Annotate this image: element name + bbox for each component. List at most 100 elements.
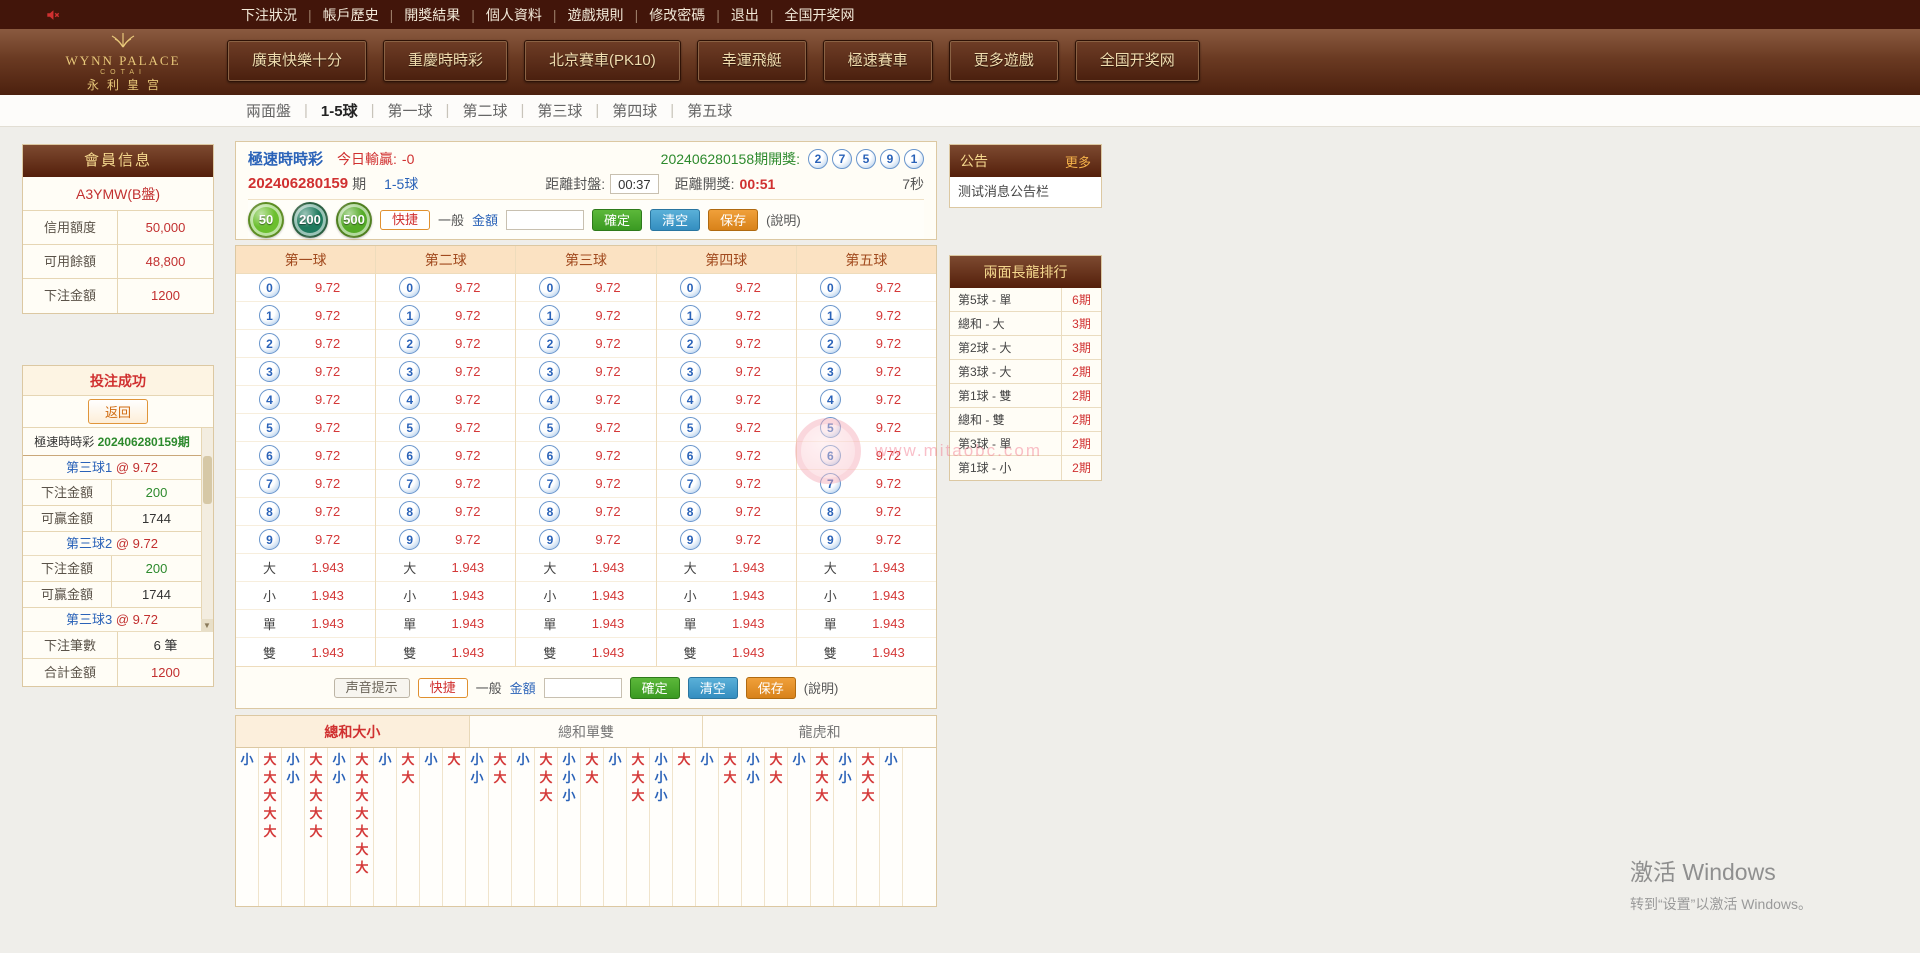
number-odds-cell[interactable]: 99.72 [376,526,515,554]
number-odds-cell[interactable]: 29.72 [376,330,515,358]
slip-scrollbar[interactable]: ▼ [201,428,213,632]
number-odds-cell[interactable]: 49.72 [236,386,375,414]
save-button[interactable]: 保存 [708,209,758,231]
topbar-link[interactable]: 遊戲規則 [557,5,635,25]
number-odds-cell[interactable]: 09.72 [376,274,515,302]
side-odds-cell[interactable]: 小1.943 [236,582,375,610]
number-odds-cell[interactable]: 09.72 [797,274,936,302]
quick-bet-button[interactable]: 快捷 [418,678,468,698]
trend-tab[interactable]: 總和單雙 [470,716,704,748]
game-button[interactable]: 北京賽車(PK10) [524,40,681,82]
topbar-link[interactable]: 帳戶歷史 [312,5,390,25]
side-odds-cell[interactable]: 單1.943 [236,610,375,638]
side-odds-cell[interactable]: 小1.943 [657,582,796,610]
amount-input[interactable] [544,678,622,698]
side-odds-cell[interactable]: 雙1.943 [797,638,936,666]
chip-50[interactable]: 50 [248,202,284,238]
number-odds-cell[interactable]: 69.72 [236,442,375,470]
number-odds-cell[interactable]: 09.72 [236,274,375,302]
number-odds-cell[interactable]: 29.72 [516,330,655,358]
number-odds-cell[interactable]: 29.72 [657,330,796,358]
side-odds-cell[interactable]: 雙1.943 [657,638,796,666]
side-odds-cell[interactable]: 單1.943 [657,610,796,638]
number-odds-cell[interactable]: 39.72 [236,358,375,386]
number-odds-cell[interactable]: 19.72 [376,302,515,330]
topbar-link[interactable]: 全国开奖网 [773,5,865,25]
game-button[interactable]: 極速賽車 [823,40,933,82]
side-odds-cell[interactable]: 單1.943 [376,610,515,638]
side-odds-cell[interactable]: 小1.943 [516,582,655,610]
number-odds-cell[interactable]: 79.72 [516,470,655,498]
subnav-item[interactable]: 第五球 [674,100,745,121]
topbar-link[interactable]: 個人資料 [475,5,553,25]
chip-200[interactable]: 200 [292,202,328,238]
number-odds-cell[interactable]: 59.72 [516,414,655,442]
quick-bet-button[interactable]: 快捷 [380,210,430,230]
number-odds-cell[interactable]: 09.72 [657,274,796,302]
save-button[interactable]: 保存 [746,677,796,699]
game-button[interactable]: 全国开奖网 [1075,40,1200,82]
topbar-link[interactable]: 下注狀況 [230,5,308,25]
number-odds-cell[interactable]: 69.72 [797,442,936,470]
number-odds-cell[interactable]: 49.72 [516,386,655,414]
scrollbar-thumb[interactable] [203,456,212,504]
mute-speaker-icon[interactable] [46,8,60,22]
scrollbar-down-arrow[interactable]: ▼ [201,619,213,632]
side-odds-cell[interactable]: 小1.943 [376,582,515,610]
number-odds-cell[interactable]: 49.72 [376,386,515,414]
number-odds-cell[interactable]: 69.72 [657,442,796,470]
side-odds-cell[interactable]: 大1.943 [376,554,515,582]
help-note[interactable]: (說明) [766,210,801,229]
current-play-link[interactable]: 1-5球 [384,174,418,194]
sound-alert-button[interactable]: 声音提示 [334,678,410,698]
number-odds-cell[interactable]: 59.72 [376,414,515,442]
number-odds-cell[interactable]: 29.72 [797,330,936,358]
game-button[interactable]: 廣東快樂十分 [227,40,367,82]
side-odds-cell[interactable]: 雙1.943 [516,638,655,666]
game-button[interactable]: 幸運飛艇 [697,40,807,82]
normal-mode-label[interactable]: 一般 [438,210,464,229]
normal-mode-label[interactable]: 一般 [476,678,502,697]
number-odds-cell[interactable]: 99.72 [236,526,375,554]
clear-button[interactable]: 清空 [688,677,738,699]
number-odds-cell[interactable]: 49.72 [797,386,936,414]
game-button[interactable]: 重慶時時彩 [383,40,508,82]
subnav-item[interactable]: 兩面盤 [233,100,304,121]
number-odds-cell[interactable]: 49.72 [657,386,796,414]
number-odds-cell[interactable]: 59.72 [797,414,936,442]
game-button[interactable]: 更多遊戲 [949,40,1059,82]
side-odds-cell[interactable]: 小1.943 [797,582,936,610]
number-odds-cell[interactable]: 09.72 [516,274,655,302]
side-odds-cell[interactable]: 大1.943 [236,554,375,582]
notice-more-link[interactable]: 更多 [1065,152,1091,171]
number-odds-cell[interactable]: 89.72 [516,498,655,526]
number-odds-cell[interactable]: 39.72 [516,358,655,386]
wynn-palace-logo[interactable]: WYNN PALACE COTAI 永利皇宫 [44,32,202,93]
number-odds-cell[interactable]: 19.72 [797,302,936,330]
number-odds-cell[interactable]: 19.72 [657,302,796,330]
chip-500[interactable]: 500 [336,202,372,238]
number-odds-cell[interactable]: 99.72 [797,526,936,554]
number-odds-cell[interactable]: 19.72 [236,302,375,330]
number-odds-cell[interactable]: 99.72 [657,526,796,554]
number-odds-cell[interactable]: 59.72 [657,414,796,442]
number-odds-cell[interactable]: 79.72 [376,470,515,498]
subnav-item[interactable]: 第一球 [375,100,446,121]
number-odds-cell[interactable]: 89.72 [376,498,515,526]
side-odds-cell[interactable]: 雙1.943 [236,638,375,666]
number-odds-cell[interactable]: 79.72 [236,470,375,498]
number-odds-cell[interactable]: 89.72 [657,498,796,526]
trend-tab[interactable]: 龍虎和 [703,716,936,748]
trend-tab[interactable]: 總和大小 [236,716,470,748]
topbar-link[interactable]: 開獎結果 [393,5,471,25]
topbar-link[interactable]: 退出 [720,5,770,25]
number-odds-cell[interactable]: 69.72 [376,442,515,470]
side-odds-cell[interactable]: 大1.943 [516,554,655,582]
number-odds-cell[interactable]: 59.72 [236,414,375,442]
number-odds-cell[interactable]: 39.72 [376,358,515,386]
number-odds-cell[interactable]: 79.72 [797,470,936,498]
help-note[interactable]: (說明) [804,678,839,697]
topbar-link[interactable]: 修改密碼 [638,5,716,25]
number-odds-cell[interactable]: 69.72 [516,442,655,470]
confirm-button[interactable]: 確定 [630,677,680,699]
